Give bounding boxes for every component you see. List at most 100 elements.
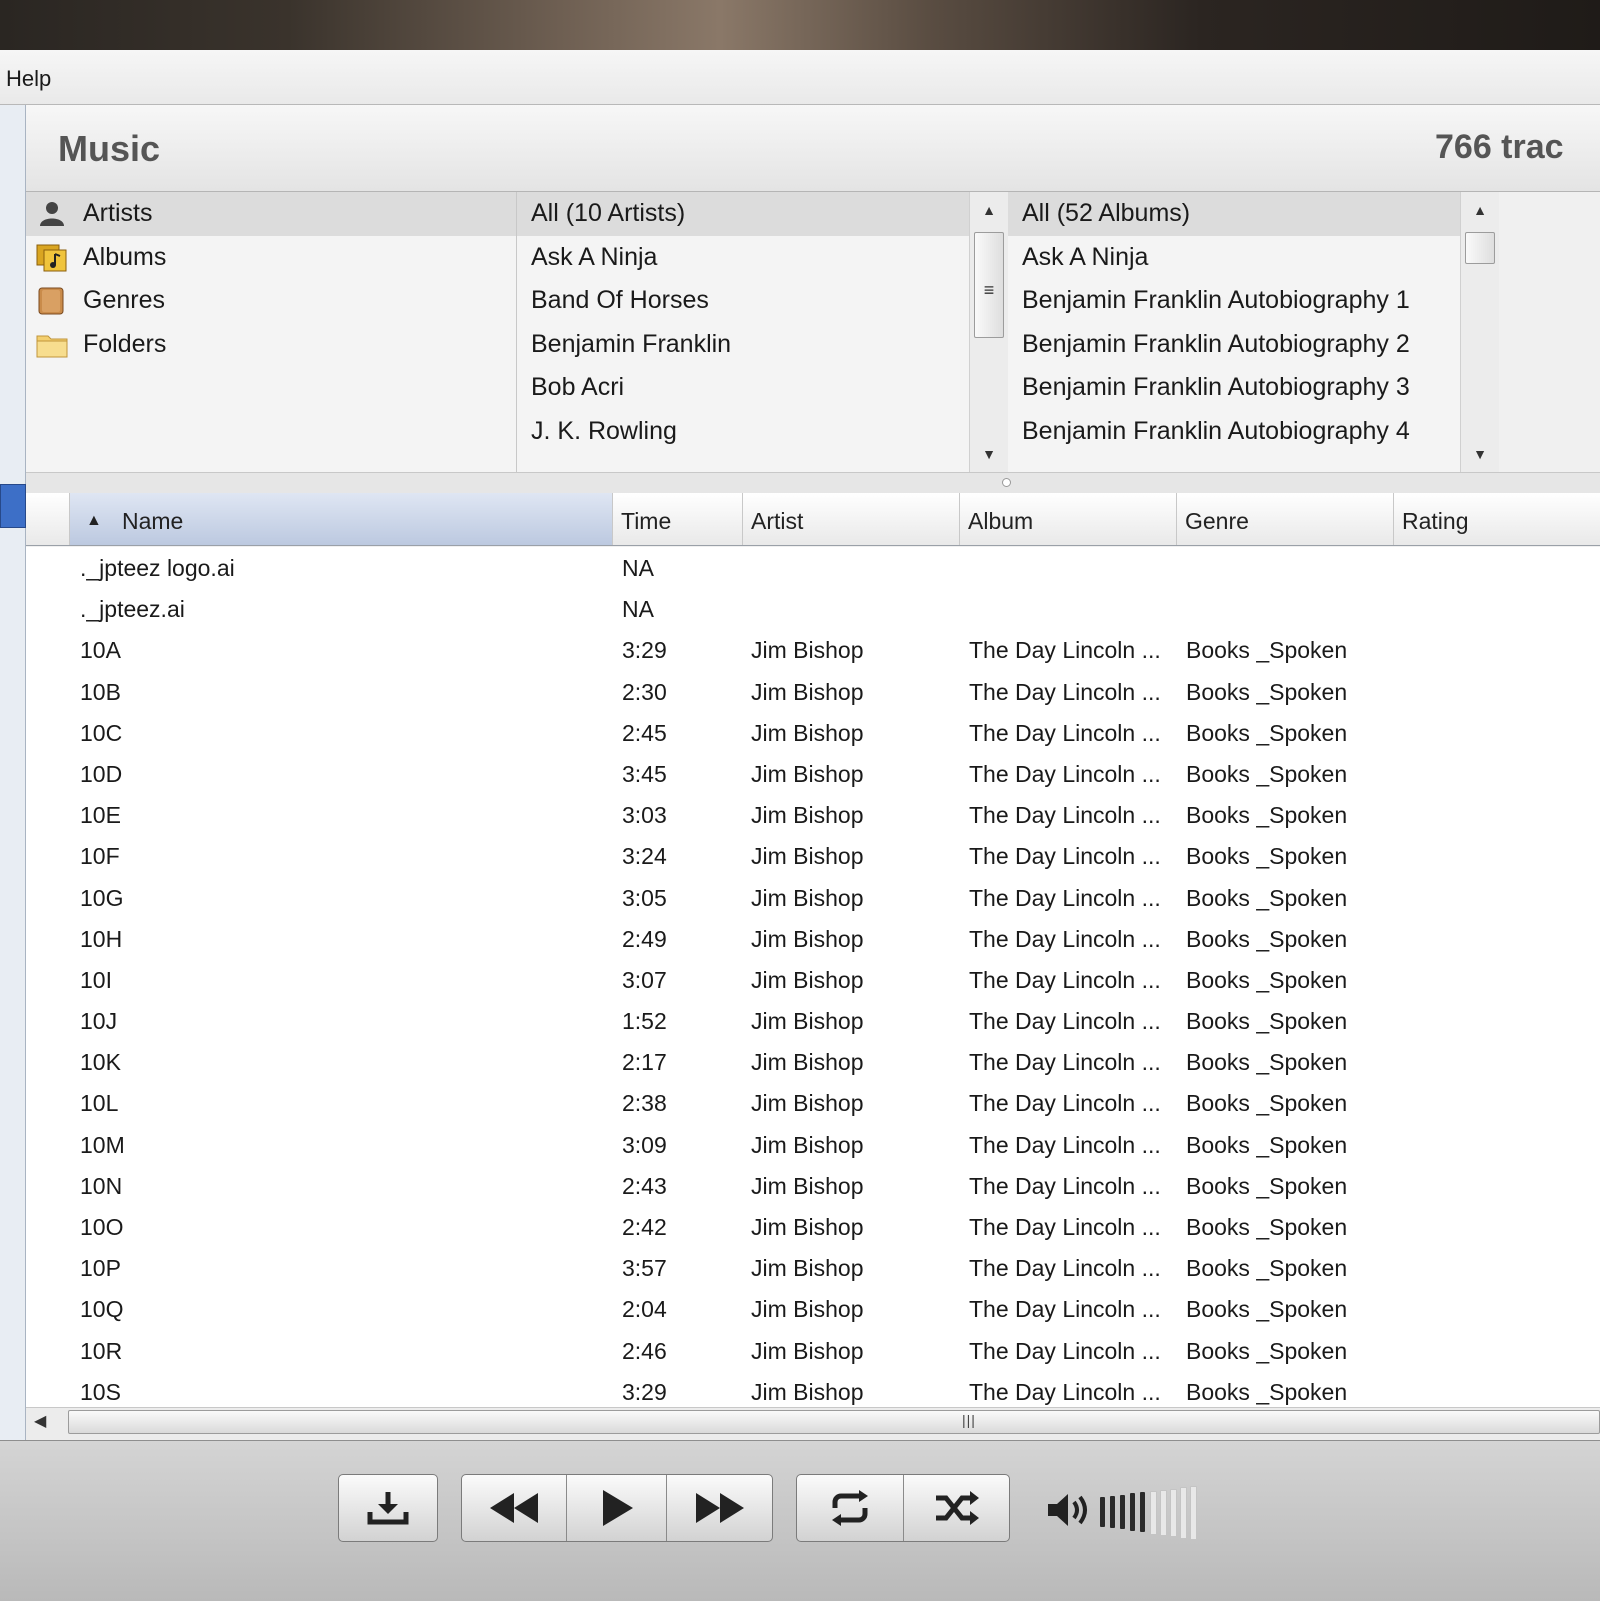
table-row[interactable]: 10D 3:45 Jim Bishop The Day Lincoln ... Book…: [26, 753, 1600, 794]
albums-list: All (52 Albums) Ask A Ninja Benjamin Fra…: [1008, 192, 1460, 472]
cell-genre: Books _Spoken: [1186, 1378, 1348, 1405]
table-row[interactable]: 10Q 2:04 Jim Bishop The Day Lincoln ... Book…: [26, 1288, 1600, 1329]
volume-level-bar: [1190, 1486, 1197, 1540]
cell-album: The Day Lincoln ...: [969, 1255, 1161, 1282]
column-header-name[interactable]: ▲ Name: [70, 493, 613, 545]
cell-genre: Books _Spoken: [1186, 637, 1348, 664]
cell-album: The Day Lincoln ...: [969, 802, 1161, 829]
track-count: 766 trac: [1435, 128, 1564, 166]
volume-level-bar: [1160, 1489, 1167, 1537]
scroll-down-arrow[interactable]: ▼: [970, 446, 1008, 462]
table-row[interactable]: 10G 3:05 Jim Bishop The Day Lincoln ... Book…: [26, 877, 1600, 918]
table-row[interactable]: 10E 3:03 Jim Bishop The Day Lincoln ... Book…: [26, 794, 1600, 835]
album-item[interactable]: All (52 Albums): [1008, 192, 1460, 236]
table-row[interactable]: ._jpteez logo.ai NA: [26, 547, 1600, 588]
table-row[interactable]: 10M 3:09 Jim Bishop The Day Lincoln ... Book…: [26, 1124, 1600, 1165]
table-row[interactable]: 10F 3:24 Jim Bishop The Day Lincoln ... Book…: [26, 835, 1600, 876]
table-row[interactable]: 10K 2:17 Jim Bishop The Day Lincoln ... Book…: [26, 1041, 1600, 1082]
cell-genre: Books _Spoken: [1186, 1008, 1348, 1035]
cell-time: 3:57: [622, 1255, 667, 1282]
category-pane: Artists Albums Genres Folders: [26, 192, 517, 472]
table-row[interactable]: 10H 2:49 Jim Bishop The Day Lincoln ... Book…: [26, 918, 1600, 959]
artist-item[interactable]: Benjamin Franklin: [517, 323, 969, 367]
sidebar-selected-item[interactable]: [0, 484, 26, 528]
category-artists[interactable]: Artists: [26, 192, 516, 236]
previous-button[interactable]: [462, 1475, 566, 1541]
cell-artist: Jim Bishop: [751, 1214, 864, 1240]
album-item[interactable]: Benjamin Franklin Autobiography 3: [1008, 366, 1460, 410]
cell-album: The Day Lincoln ...: [969, 1214, 1161, 1240]
album-icon: [36, 244, 67, 271]
category-label: Folders: [83, 329, 167, 358]
category-albums[interactable]: Albums: [26, 236, 516, 280]
play-button[interactable]: [567, 1475, 666, 1541]
artist-item[interactable]: All (10 Artists): [517, 192, 969, 236]
table-row[interactable]: ._jpteez.ai NA: [26, 588, 1600, 629]
album-item[interactable]: Benjamin Franklin Autobiography 4: [1008, 410, 1460, 454]
column-header-artist[interactable]: Artist: [743, 493, 960, 545]
table-row[interactable]: 10S 3:29 Jim Bishop The Day Lincoln ... Book…: [26, 1371, 1600, 1407]
category-label: Albums: [83, 242, 167, 271]
album-item[interactable]: Ask A Ninja: [1008, 236, 1460, 280]
scroll-down-arrow[interactable]: ▼: [1461, 446, 1499, 462]
table-row[interactable]: 10L 2:38 Jim Bishop The Day Lincoln ... Book…: [26, 1082, 1600, 1123]
column-header-album[interactable]: Album: [960, 493, 1177, 545]
table-row[interactable]: 10C 2:45 Jim Bishop The Day Lincoln ... Book…: [26, 712, 1600, 753]
scroll-left-arrow[interactable]: ◀: [34, 1411, 46, 1431]
table-row[interactable]: 10R 2:46 Jim Bishop The Day Lincoln ... Book…: [26, 1330, 1600, 1371]
play-icon: [602, 1490, 633, 1526]
repeat-button[interactable]: [797, 1475, 903, 1541]
album-item[interactable]: Benjamin Franklin Autobiography 2: [1008, 323, 1460, 367]
category-genres[interactable]: Genres: [26, 279, 516, 323]
background-photo: [0, 0, 1600, 50]
column-header-status[interactable]: [26, 493, 70, 545]
table-row[interactable]: 10I 3:07 Jim Bishop The Day Lincoln ... Book…: [26, 959, 1600, 1000]
artist-item[interactable]: Bob Acri: [517, 366, 969, 410]
column-header-rating[interactable]: Rating: [1394, 493, 1600, 545]
scroll-up-arrow[interactable]: ▲: [1461, 202, 1499, 218]
album-item[interactable]: Benjamin Franklin Autobiography 1: [1008, 279, 1460, 323]
cell-album: The Day Lincoln ...: [969, 1049, 1161, 1076]
pane-splitter[interactable]: [26, 472, 1600, 494]
speaker-icon[interactable]: [1046, 1490, 1096, 1530]
download-button[interactable]: [338, 1474, 438, 1542]
shuffle-button[interactable]: [904, 1475, 1009, 1541]
column-header-genre[interactable]: Genre: [1177, 493, 1394, 545]
cell-name: 10D: [80, 760, 123, 787]
artists-scrollbar[interactable]: ▲ ≡ ▼: [969, 192, 1008, 472]
artist-item[interactable]: Band Of Horses: [517, 279, 969, 323]
cell-time: 3:24: [622, 843, 667, 870]
cell-time: 3:29: [622, 637, 667, 664]
cell-name: 10R: [80, 1337, 123, 1364]
table-row[interactable]: 10P 3:57 Jim Bishop The Day Lincoln ... Book…: [26, 1247, 1600, 1288]
menu-help[interactable]: Help: [6, 66, 51, 92]
cell-artist: Jim Bishop: [751, 925, 864, 952]
artist-item[interactable]: J. K. Rowling: [517, 410, 969, 454]
cell-album: The Day Lincoln ...: [969, 1296, 1161, 1323]
column-header-time[interactable]: Time: [613, 493, 743, 545]
scroll-thumb[interactable]: [1465, 232, 1495, 264]
menu-bar: [0, 50, 1600, 105]
table-row[interactable]: 10A 3:29 Jim Bishop The Day Lincoln ... Book…: [26, 629, 1600, 670]
table-row[interactable]: 10J 1:52 Jim Bishop The Day Lincoln ... Book…: [26, 1000, 1600, 1041]
artist-item[interactable]: Ask A Ninja: [517, 236, 969, 280]
table-row[interactable]: 10N 2:43 Jim Bishop The Day Lincoln ... Book…: [26, 1165, 1600, 1206]
splitter-handle[interactable]: [1002, 478, 1011, 487]
cell-name: 10L: [80, 1090, 119, 1117]
genre-book-icon: [38, 287, 64, 315]
folder-icon: [36, 335, 68, 357]
next-button[interactable]: [667, 1475, 772, 1541]
table-row[interactable]: 10B 2:30 Jim Bishop The Day Lincoln ... Book…: [26, 671, 1600, 712]
volume-level-bar: [1120, 1494, 1125, 1530]
cell-artist: Jim Bishop: [751, 1131, 864, 1158]
cell-artist: Jim Bishop: [751, 884, 864, 911]
volume-slider[interactable]: [1100, 1484, 1210, 1540]
scroll-up-arrow[interactable]: ▲: [970, 202, 1008, 218]
horizontal-scroll-thumb[interactable]: [68, 1410, 1600, 1434]
albums-scrollbar[interactable]: ▲ ▼: [1460, 192, 1499, 472]
sidebar-edge: [0, 105, 26, 1440]
table-row[interactable]: 10O 2:42 Jim Bishop The Day Lincoln ... Book…: [26, 1206, 1600, 1247]
grip-icon: ≡: [983, 280, 995, 300]
column-label: Rating: [1402, 508, 1469, 534]
category-folders[interactable]: Folders: [26, 323, 516, 367]
